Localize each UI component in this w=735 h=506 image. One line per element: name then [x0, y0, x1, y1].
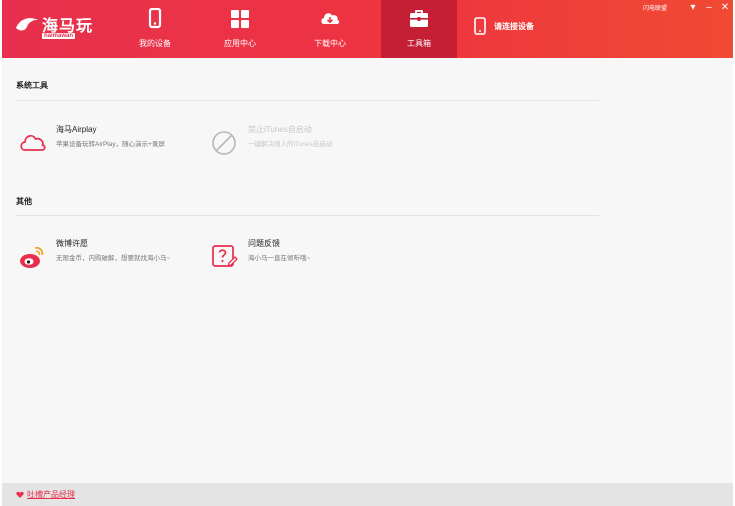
heart-icon: [16, 491, 24, 498]
tool-airplay[interactable]: 海马Airplay 苹果设备玩转AirPlay，随心演示+录屏: [18, 124, 188, 168]
tool-name: 微博许愿: [56, 239, 88, 248]
close-button[interactable]: ✕: [717, 2, 733, 13]
tab-label: 下载中心: [314, 39, 346, 48]
tool-description: 苹果设备玩转AirPlay，随心演示+录屏: [56, 141, 165, 148]
minimize-button[interactable]: –: [701, 2, 717, 13]
tool-description: 一键解决烦人的iTunes自启动: [248, 141, 333, 148]
phone-icon: [148, 8, 162, 29]
tool-name: 问题反馈: [248, 239, 280, 248]
header-bar: 海马玩 haimawan 我的设备 应用中心 下载中心 工具箱 请连接设备 闪电…: [2, 0, 733, 58]
cloud-icon: [20, 134, 46, 151]
app-window: 海马玩 haimawan 我的设备 应用中心 下载中心 工具箱 请连接设备 闪电…: [2, 0, 733, 506]
feedback-pm-link[interactable]: 吐槽产品经理: [16, 489, 75, 500]
top-link[interactable]: 闪电联盟: [643, 3, 667, 12]
section-title-other: 其他: [16, 197, 32, 206]
tool-weibo-wish[interactable]: 微博许愿 无限金币，内购破解，想要就找海小马~: [18, 238, 188, 282]
weibo-icon: [20, 247, 44, 268]
tool-feedback[interactable]: 问题反馈 海小马一直在倾听哦~: [210, 238, 380, 282]
app-logo: 海马玩 haimawan: [14, 10, 104, 48]
phone-outline-icon: [474, 17, 486, 35]
grid-icon: [231, 10, 249, 28]
device-select-label: 请连接设备: [494, 21, 534, 31]
logo-bird-icon: [16, 18, 38, 31]
section-divider: [16, 100, 599, 101]
tool-description: 无限金币，内购破解，想要就找海小马~: [56, 255, 171, 262]
section-divider: [16, 215, 599, 216]
tab-app-center[interactable]: 应用中心: [202, 0, 278, 58]
tab-my-device[interactable]: 我的设备: [117, 0, 193, 58]
tool-name: 海马Airplay: [56, 125, 97, 134]
toolbox-icon: [410, 10, 428, 27]
tool-disable-itunes-autostart[interactable]: 禁止iTunes自启动 一键解决烦人的iTunes自启动: [210, 124, 380, 168]
footer-link-label: 吐槽产品经理: [27, 490, 75, 499]
logo-subtext: haimawan: [42, 33, 76, 39]
tab-label: 应用中心: [224, 39, 256, 48]
tab-toolbox[interactable]: 工具箱: [381, 0, 457, 58]
device-select-button[interactable]: 请连接设备: [474, 14, 534, 38]
menu-dropdown-icon[interactable]: ▾: [685, 2, 701, 13]
feedback-icon: [212, 245, 238, 267]
tool-name: 禁止iTunes自启动: [248, 125, 312, 134]
footer-bar: 吐槽产品经理: [2, 483, 733, 506]
tool-description: 海小马一直在倾听哦~: [248, 255, 311, 262]
section-title-system-tools: 系统工具: [16, 81, 48, 90]
tab-label: 我的设备: [139, 39, 171, 48]
tab-label: 工具箱: [407, 39, 431, 48]
forbidden-icon: [212, 131, 236, 155]
window-controls: 闪电联盟 ▾ – ✕: [643, 0, 733, 14]
cloud-download-icon: [321, 13, 340, 24]
tab-download-center[interactable]: 下载中心: [292, 0, 368, 58]
